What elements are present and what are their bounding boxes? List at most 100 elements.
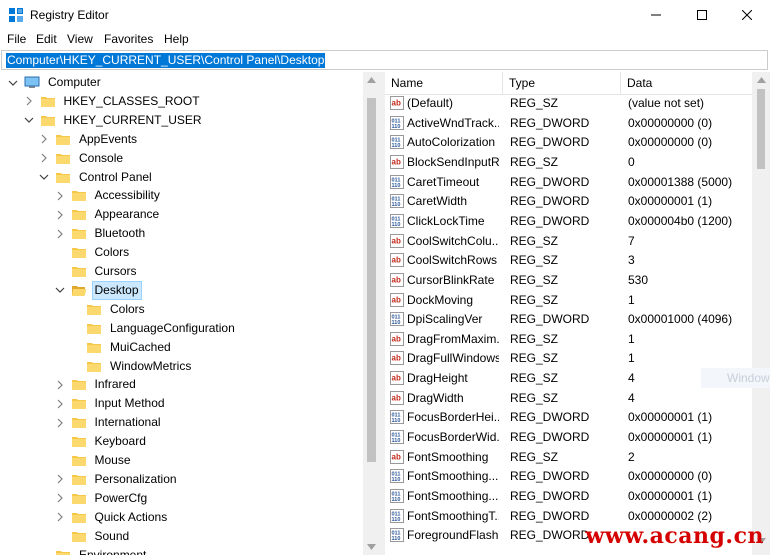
value-row[interactable]: ab CursorBlinkRate REG_SZ 530 [385,271,770,290]
value-row[interactable]: 011 110 CaretWidth REG_DWORD 0x00000001 (1) [385,192,770,211]
tree-item[interactable]: Appearance [55,205,162,224]
scroll-up-icon[interactable] [757,77,766,83]
menu-file[interactable]: File [7,32,26,46]
column-separator[interactable] [620,72,621,94]
menu-favorites[interactable]: Favorites [104,32,153,46]
list-header: Name Type Data [385,72,770,95]
values-list-pane: Name Type Data ab (Default) REG_SZ (value n… [385,72,770,555]
tree-item[interactable]: Keyboard [55,432,148,451]
chevron-right-icon[interactable] [55,210,65,220]
scroll-down-icon[interactable] [367,544,376,550]
no-expander [55,437,65,447]
svg-text:110: 110 [392,438,401,444]
tree-item[interactable]: Environment [39,546,148,555]
tree-item[interactable]: Colors [70,300,147,319]
tree-item-label: Computer [48,75,101,89]
value-row[interactable]: 011 110 ActiveWndTrack... REG_DWORD 0x000000… [385,114,770,133]
column-separator[interactable] [502,72,503,94]
minimize-button[interactable] [633,0,679,30]
tree-item[interactable]: Infrared [55,375,138,394]
tree-item[interactable]: Accessibility [55,186,162,205]
value-row[interactable]: ab BlockSendInputR... REG_SZ 0 [385,153,770,172]
values-scroll-thumb[interactable] [757,89,765,169]
column-data[interactable]: Data [627,76,652,90]
tree-item[interactable]: HKEY_CLASSES_ROOT [24,92,202,111]
values-scrollbar[interactable] [752,72,770,555]
menu-help[interactable]: Help [164,32,189,46]
value-row[interactable]: 011 110 DpiScalingVer REG_DWORD 0x00001000 (… [385,310,770,329]
tree-item[interactable]: Personalization [55,470,179,489]
scroll-up-icon[interactable] [367,77,376,83]
value-name: DragWidth [407,390,464,405]
value-row[interactable]: 011 110 AutoColorization REG_DWORD 0x0000000… [385,133,770,152]
value-row[interactable]: ab DragFullWindows REG_SZ 1 [385,349,770,368]
tree-item[interactable]: International [55,413,163,432]
tree-item[interactable]: Console [39,149,125,168]
tree-item[interactable]: AppEvents [39,130,139,149]
tree-item-label: Control Panel [79,169,152,184]
value-row[interactable]: 011 110 FocusBorderWid... REG_DWORD 0x000000… [385,428,770,447]
value-row[interactable]: ab CoolSwitchColu... REG_SZ 7 [385,232,770,251]
string-value-icon: ab [390,233,404,248]
maximize-button[interactable] [679,0,725,30]
tree-item[interactable]: WindowMetrics [70,357,193,376]
column-name[interactable]: Name [391,76,423,90]
chevron-right-icon[interactable] [39,153,49,163]
value-row[interactable]: ab DragFromMaxim... REG_SZ 1 [385,330,770,349]
value-row[interactable]: 011 110 ClickLockTime REG_DWORD 0x000004b0 (… [385,212,770,231]
tree-item[interactable]: PowerCfg [55,489,150,508]
tree-item[interactable]: MuiCached [70,338,173,357]
tree-item[interactable]: HKEY_CURRENT_USER [24,111,204,130]
tree-item[interactable]: Mouse [55,451,133,470]
value-row[interactable]: ab CoolSwitchRows REG_SZ 3 [385,251,770,270]
value-row[interactable]: ab (Default) REG_SZ (value not set) [385,94,770,113]
chevron-right-icon[interactable] [39,134,49,144]
tree-item[interactable]: Colors [55,243,132,262]
chevron-right-icon[interactable] [55,191,65,201]
value-name: DpiScalingVer [407,312,483,327]
tree-item[interactable]: Cursors [55,262,139,281]
value-row[interactable]: ab DragWidth REG_SZ 4 [385,389,770,408]
tree-item-label: Input Method [94,396,165,411]
tree-item[interactable]: LanguageConfiguration [70,319,237,338]
chevron-right-icon[interactable] [55,512,65,522]
tree-item[interactable]: Input Method [55,394,167,413]
chevron-down-icon[interactable] [8,78,18,88]
value-row[interactable]: ab FontSmoothing REG_SZ 2 [385,448,770,467]
chevron-right-icon[interactable] [55,229,65,239]
menu-view[interactable]: View [67,32,93,46]
value-row[interactable]: 011 110 FontSmoothing... REG_DWORD 0x0000000… [385,487,770,506]
value-row[interactable]: 011 110 CaretTimeout REG_DWORD 0x00001388 (5… [385,173,770,192]
svg-text:ab: ab [392,275,401,284]
chevron-right-icon[interactable] [55,493,65,503]
chevron-right-icon[interactable] [55,380,65,390]
menu-edit[interactable]: Edit [36,32,57,46]
tree-item[interactable]: Bluetooth [55,224,148,243]
value-data: 0x00000001 (1) [628,410,713,425]
chevron-right-icon[interactable] [55,399,65,409]
value-data: 0x00000000 (0) [628,115,713,130]
chevron-right-icon[interactable] [24,96,34,106]
chevron-down-icon[interactable] [24,115,34,125]
chevron-down-icon[interactable] [55,285,65,295]
string-value-icon: ab [390,449,404,464]
close-button[interactable] [724,0,770,30]
tree-item[interactable]: Quick Actions [55,508,170,527]
chevron-right-icon[interactable] [55,474,65,484]
chevron-right-icon[interactable] [55,418,65,428]
tree-item-label: Infrared [94,377,136,392]
tree-scrollbar[interactable] [363,72,380,555]
tree-item[interactable]: Computer [8,73,103,92]
value-row[interactable]: ab DockMoving REG_SZ 1 [385,291,770,310]
tree-item[interactable]: Desktop [55,280,142,300]
chevron-down-icon[interactable] [39,172,49,182]
folder-icon [71,456,86,466]
tree-scroll-thumb[interactable] [367,98,376,462]
address-path[interactable]: Computer\HKEY_CURRENT_USER\Control Panel… [6,53,326,68]
tree-item[interactable]: Sound [55,527,132,546]
address-bar[interactable]: Computer\HKEY_CURRENT_USER\Control Panel… [1,50,768,70]
value-row[interactable]: 011 110 FocusBorderHei... REG_DWORD 0x000000… [385,408,770,427]
tree-item[interactable]: Control Panel [39,168,154,187]
value-row[interactable]: 011 110 FontSmoothing... REG_DWORD 0x0000000… [385,467,770,486]
column-type[interactable]: Type [509,76,535,90]
